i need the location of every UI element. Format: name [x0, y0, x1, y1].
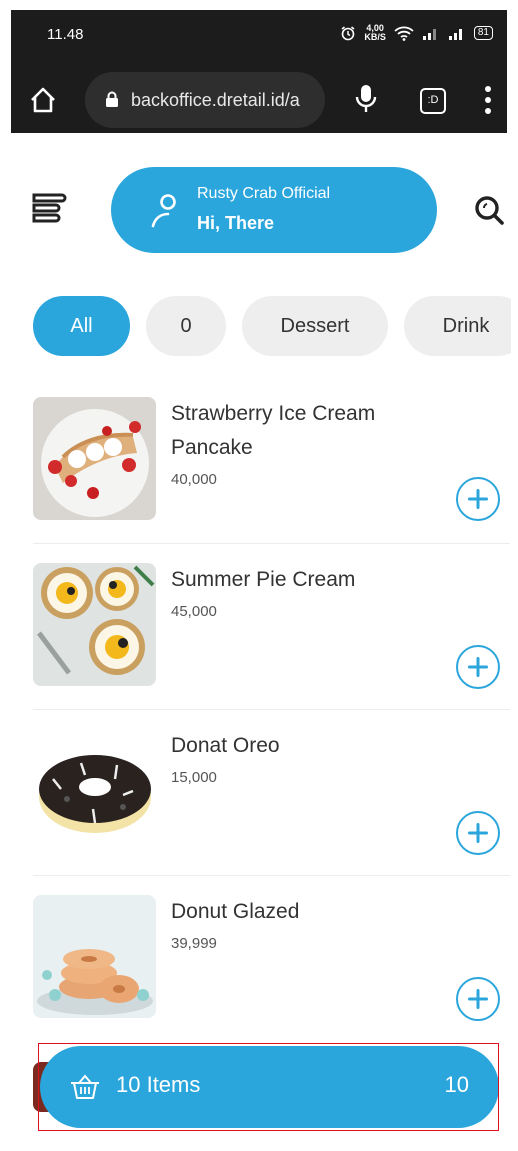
browser-chrome: 11.48 4,00 KB/S 81 backoffice.dretail.id/… — [11, 10, 507, 133]
tab-count: :D — [427, 94, 439, 106]
product-item[interactable]: Summer Pie Cream 45,000 — [33, 563, 510, 710]
cart-button[interactable]: 10 Items 10 — [40, 1046, 499, 1128]
user-icon — [151, 194, 176, 228]
product-name: Summer Pie Cream — [171, 568, 356, 591]
chip-dessert[interactable]: Dessert — [242, 296, 388, 356]
tabs-icon[interactable]: :D — [420, 88, 446, 114]
battery-indicator: 81 — [473, 26, 493, 40]
product-price: 45,000 — [171, 603, 217, 620]
cart-count: 10 — [444, 1072, 469, 1097]
home-icon[interactable] — [29, 86, 57, 114]
net-speed: 4,00 KB/S — [364, 24, 386, 42]
cart-label: 10 Items — [116, 1072, 201, 1097]
product-price: 39,999 — [171, 935, 217, 952]
search-icon[interactable] — [472, 193, 506, 227]
product-item[interactable]: Donut Glazed 39,999 — [33, 895, 510, 1042]
status-bar: 11.48 4,00 KB/S 81 — [11, 10, 507, 58]
address-bar[interactable]: backoffice.dretail.id/a — [85, 72, 325, 128]
product-image-pie — [33, 563, 156, 686]
add-to-cart-button[interactable] — [456, 977, 500, 1021]
product-item[interactable]: Strawberry Ice Cream Pancake 40,000 — [33, 397, 510, 544]
basket-icon — [71, 1074, 99, 1099]
url-toolbar: backoffice.dretail.id/a :D — [11, 70, 507, 130]
product-price: 40,000 — [171, 471, 217, 488]
product-image-donut-glazed — [33, 895, 156, 1018]
product-name: Donat Oreo — [171, 734, 280, 757]
product-image-donat-oreo — [33, 729, 156, 852]
product-name: Donut Glazed — [171, 900, 300, 923]
status-icons: 4,00 KB/S 81 — [340, 24, 493, 42]
signal-icon — [422, 29, 436, 40]
url-text: backoffice.dretail.id/a — [131, 90, 300, 110]
add-to-cart-button[interactable] — [456, 645, 500, 689]
shop-name: Rusty Crab Official — [197, 185, 331, 202]
product-price: 15,000 — [171, 769, 217, 786]
chip-0[interactable]: 0 — [146, 296, 226, 356]
more-icon[interactable] — [483, 84, 493, 116]
add-to-cart-button[interactable] — [456, 811, 500, 855]
add-to-cart-button[interactable] — [456, 477, 500, 521]
category-chips: All 0 Dessert Drink — [33, 296, 511, 356]
wifi-icon — [394, 26, 414, 41]
mic-icon[interactable] — [355, 84, 377, 114]
menu-icon[interactable] — [30, 188, 70, 228]
signal-icon-2 — [448, 29, 462, 40]
alarm-icon — [341, 26, 355, 41]
chip-drink[interactable]: Drink — [404, 296, 511, 356]
net-speed-unit: KB/S — [364, 32, 386, 42]
product-name: Strawberry Ice Cream Pancake — [171, 402, 376, 459]
lock-icon — [106, 91, 118, 107]
product-image-pancake — [33, 397, 156, 520]
product-item[interactable]: Donat Oreo 15,000 — [33, 729, 510, 876]
status-time: 11.48 — [47, 26, 84, 43]
greeting-card[interactable]: Rusty Crab Official Hi, There — [111, 167, 437, 253]
chip-all[interactable]: All — [33, 296, 130, 356]
greeting-text: Hi, There — [197, 213, 275, 233]
